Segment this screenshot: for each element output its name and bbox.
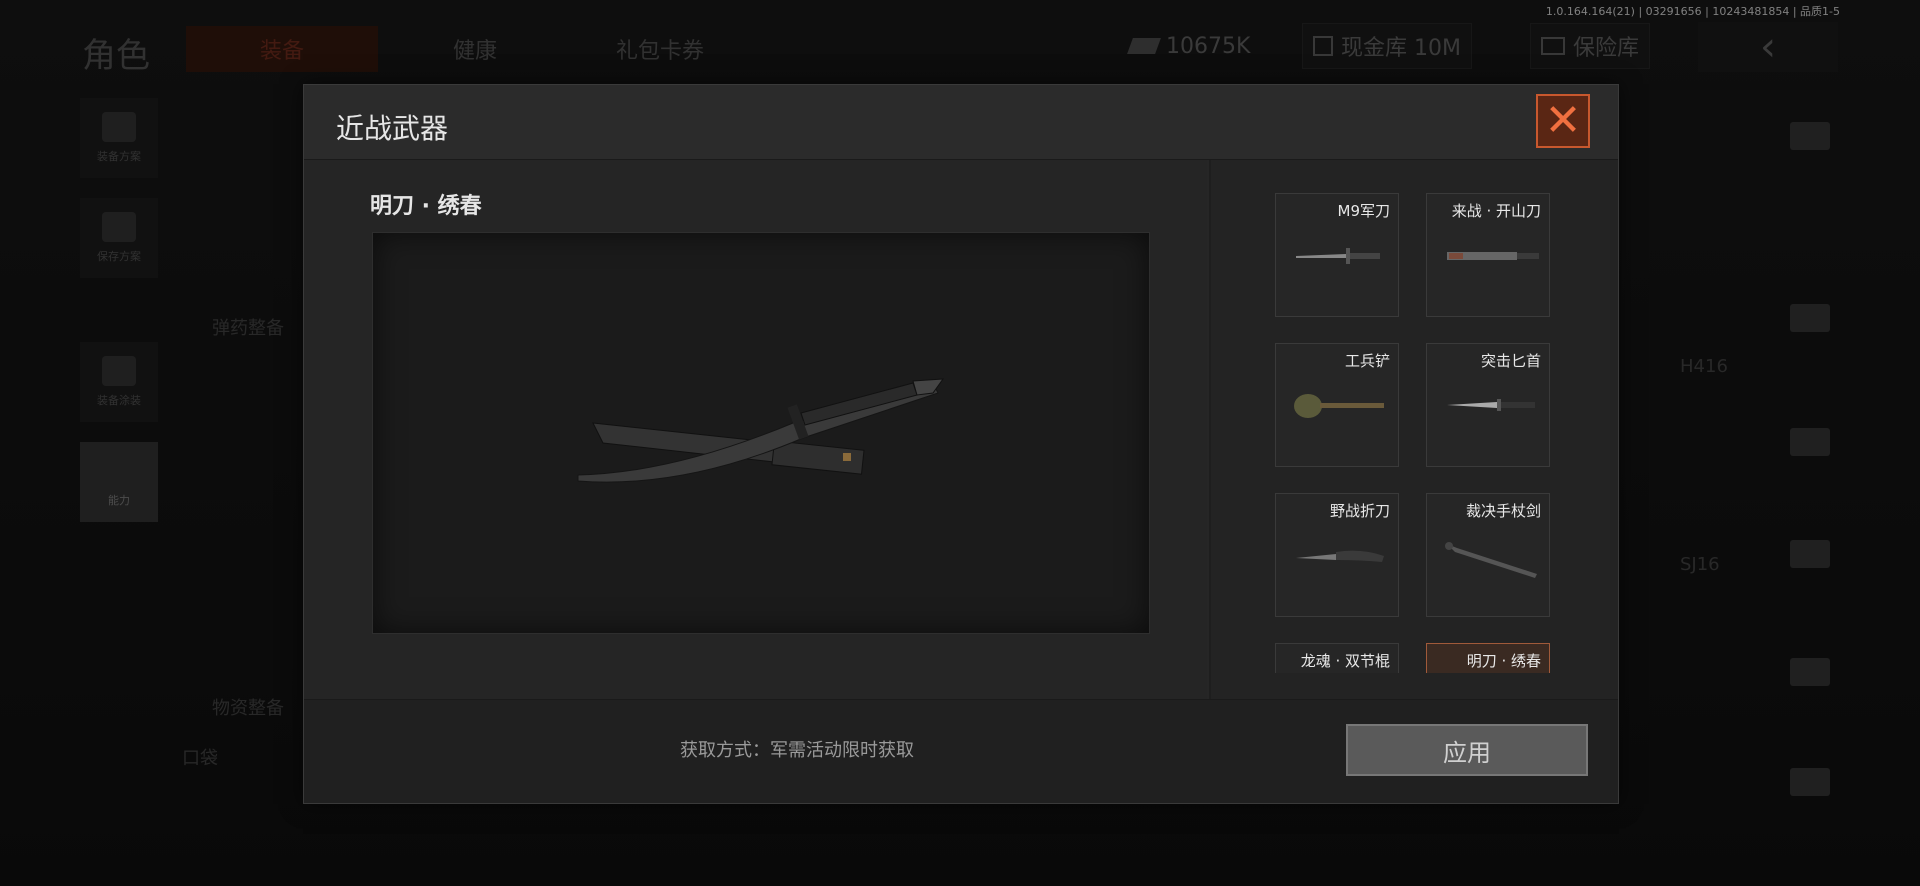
weapon-card-label: 野战折刀: [1329, 502, 1390, 520]
katana-preview-icon: [577, 378, 945, 483]
folding-knife-icon: [1296, 550, 1384, 562]
apply-button[interactable]: 应用: [1346, 724, 1588, 776]
weapon-card-dagger[interactable]: 突击匕首: [1426, 343, 1550, 467]
close-button[interactable]: ✕: [1536, 94, 1590, 148]
shovel-icon: [1294, 394, 1384, 418]
weapon-card-label: 工兵铲: [1344, 352, 1390, 370]
close-icon: ✕: [1544, 95, 1582, 146]
weapon-card-label: 突击匕首: [1480, 352, 1541, 370]
weapon-card-label: 来战 · 开山刀: [1451, 202, 1541, 220]
dialog-footer: 获取方式：军需活动限时获取 应用: [304, 699, 1618, 803]
acquire-method-text: 获取方式：军需活动限时获取: [680, 740, 914, 761]
weapon-card-machete[interactable]: 来战 · 开山刀: [1426, 193, 1550, 317]
weapon-card-label: 龙魂 · 双节棍: [1300, 652, 1390, 670]
weapon-card-shovel[interactable]: 工兵铲: [1275, 343, 1399, 467]
bayonet-icon: [1296, 248, 1380, 264]
weapon-card-label: M9军刀: [1337, 202, 1391, 220]
weapon-card-label: 明刀 · 绣春: [1466, 652, 1541, 670]
melee-weapon-dialog: 近战武器 ✕ 明刀 · 绣春 M9军刀 来战 · 开山刀 工兵铲 突击匕首 野战…: [303, 84, 1619, 804]
weapon-card-cane-sword[interactable]: 裁决手杖剑: [1426, 493, 1550, 617]
dagger-icon: [1447, 399, 1535, 411]
cane-sword-icon: [1445, 542, 1537, 578]
weapon-list-pane: M9军刀 来战 · 开山刀 工兵铲 突击匕首 野战折刀 裁决手杖剑 龙魂 · 双…: [1211, 160, 1618, 700]
preview-pane: 明刀 · 绣春: [304, 160, 1207, 700]
dialog-title: 近战武器: [336, 112, 449, 145]
machete-icon: [1447, 252, 1539, 260]
dialog-header: 近战武器 ✕: [304, 85, 1618, 160]
weapon-card-katana[interactable]: 明刀 · 绣春: [1426, 643, 1550, 673]
weapon-preview[interactable]: [372, 232, 1150, 634]
weapon-grid: M9军刀 来战 · 开山刀 工兵铲 突击匕首 野战折刀 裁决手杖剑 龙魂 · 双…: [1275, 193, 1555, 673]
weapon-card-m9[interactable]: M9军刀: [1275, 193, 1399, 317]
weapon-card-label: 裁决手杖剑: [1465, 502, 1541, 520]
selected-weapon-name: 明刀 · 绣春: [370, 194, 482, 219]
weapon-card-folding-knife[interactable]: 野战折刀: [1275, 493, 1399, 617]
weapon-card-nunchaku[interactable]: 龙魂 · 双节棍: [1275, 643, 1399, 673]
